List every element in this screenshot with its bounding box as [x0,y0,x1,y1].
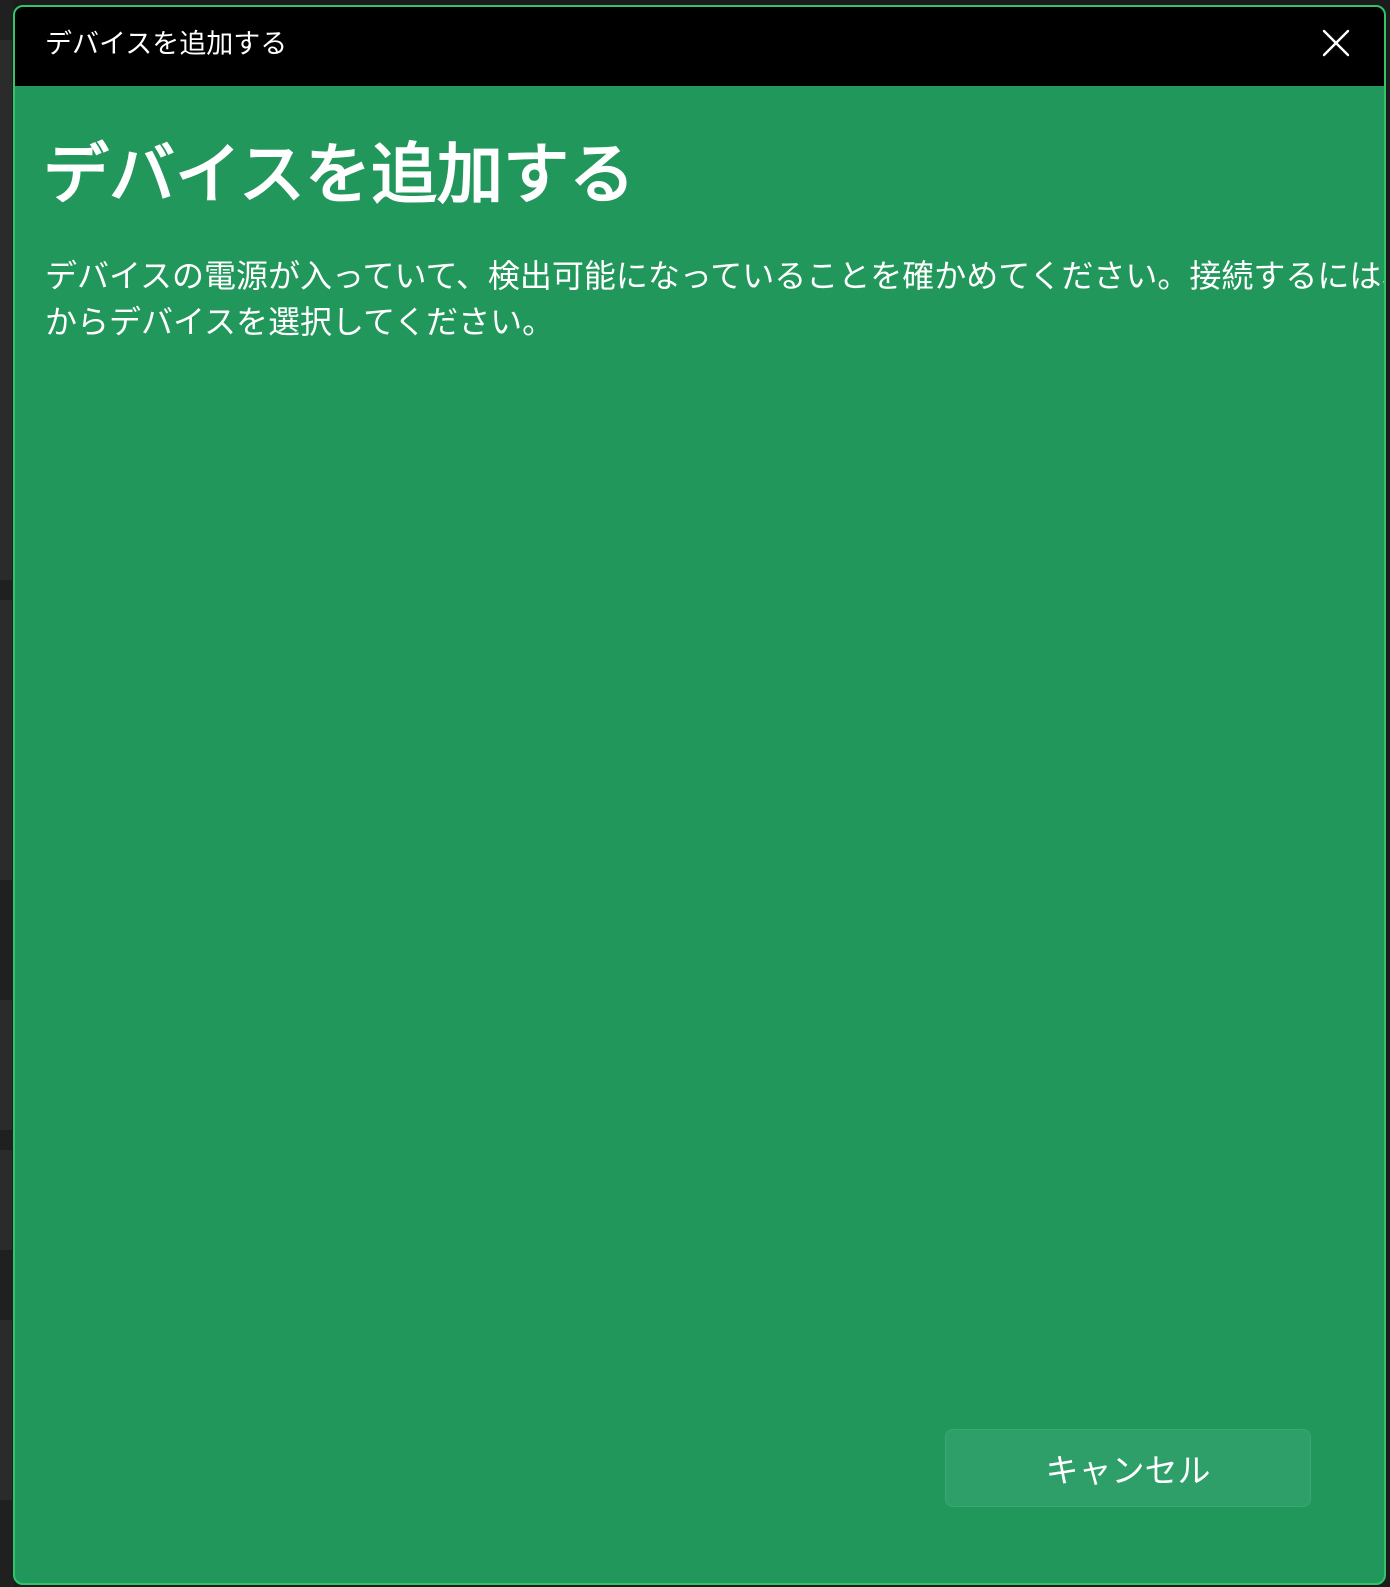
background-panel [0,1320,12,1500]
page-title: デバイスを追加する [43,136,636,213]
instruction-text: デバイスの電源が入っていて、検出可能になっていることを確かめてください。接続する… [45,253,1386,345]
instruction-line: からデバイスを選択してください。 [45,303,555,341]
background-window [0,0,14,1587]
instruction-line: デバイスの電源が入っていて、検出可能になっていることを確かめてください。接続する… [45,257,1386,295]
close-icon [1322,29,1350,57]
background-panel [0,1000,12,1130]
window-title: デバイスを追加する [45,29,288,60]
background-panel [0,600,12,880]
cancel-button[interactable]: キャンセル [945,1429,1311,1507]
add-device-dialog: デバイスを追加する デバイスを追加する デバイスの電源が入っていて、検出可能にな… [13,5,1386,1585]
close-button[interactable] [1316,23,1356,63]
background-panel [0,1150,12,1250]
background-panel [0,40,12,580]
title-bar: デバイスを追加する [15,7,1384,86]
